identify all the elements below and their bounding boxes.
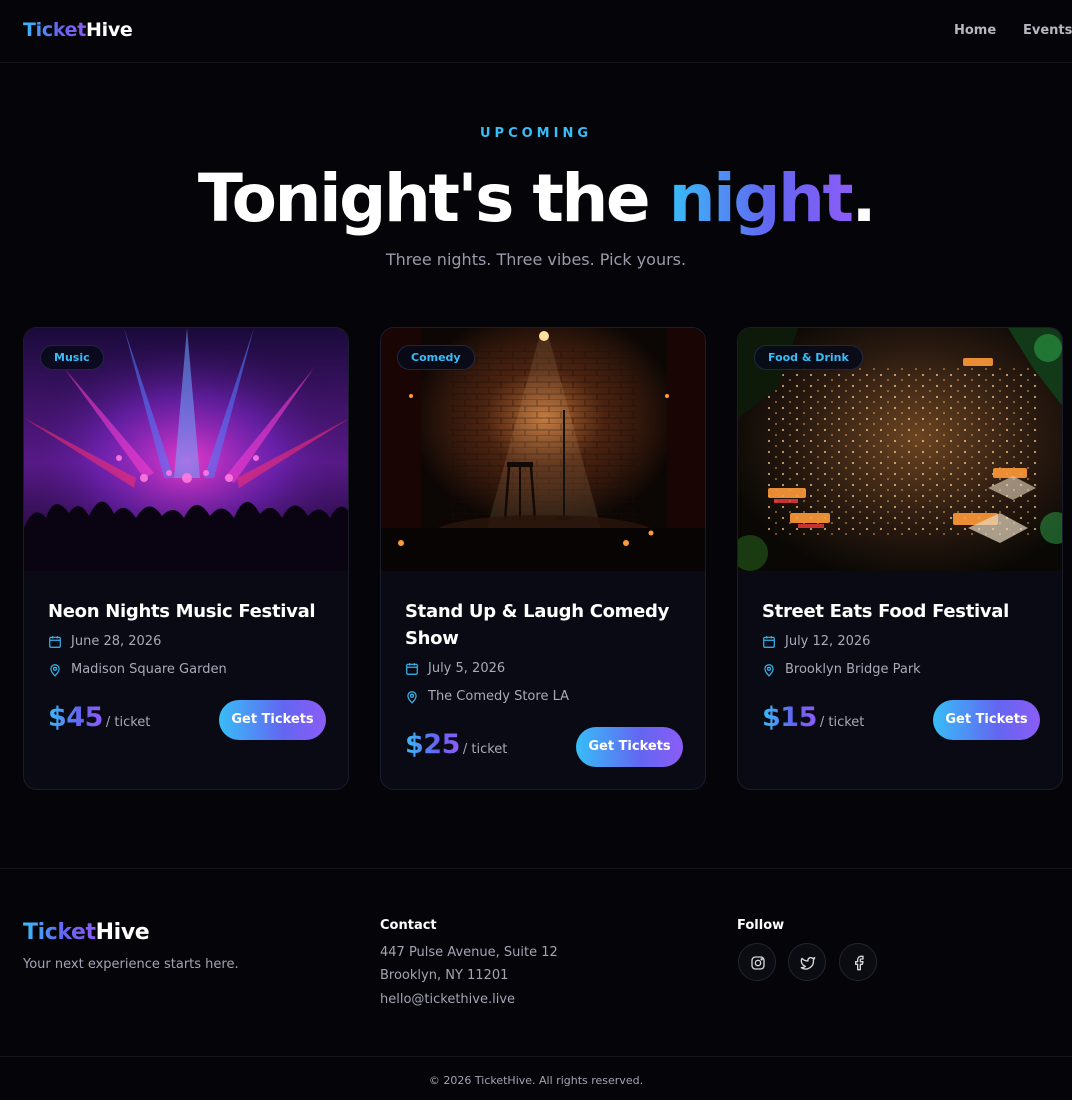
event-date-text: July 12, 2026 bbox=[785, 634, 871, 649]
price-amount: $15 bbox=[762, 702, 817, 733]
footer-tagline: Your next experience starts here. bbox=[23, 957, 239, 972]
footer-email-link[interactable]: hello@tickethive.live bbox=[380, 992, 515, 1007]
footer-contact-heading: Contact bbox=[380, 918, 437, 933]
footer-follow-heading: Follow bbox=[737, 918, 785, 933]
hero-eyebrow: UPCOMING bbox=[480, 126, 592, 141]
event-date-text: June 28, 2026 bbox=[71, 634, 162, 649]
brand-logo-part1: Ticket bbox=[23, 19, 87, 41]
calendar-icon bbox=[763, 636, 775, 648]
facebook-icon bbox=[855, 955, 864, 971]
event-card-music[interactable]: Music Neon Nights Music Festival June 28… bbox=[23, 327, 349, 790]
brand-logo-part2: Hive bbox=[86, 19, 133, 41]
hero-title-start: Tonight's the bbox=[197, 160, 669, 237]
facebook-link[interactable] bbox=[839, 943, 877, 981]
footer-address-line1: 447 Pulse Avenue, Suite 12 bbox=[380, 945, 558, 960]
map-pin-icon bbox=[407, 691, 417, 704]
footer-logo[interactable]: TicketHive bbox=[23, 920, 150, 945]
footer-divider bbox=[0, 868, 1072, 869]
event-venue-text: Madison Square Garden bbox=[71, 662, 227, 677]
footer-logo-part1: Ticket bbox=[23, 920, 96, 945]
event-image-food-festival: Food & Drink bbox=[738, 328, 1062, 571]
hero-subtitle: Three nights. Three vibes. Pick yours. bbox=[385, 250, 687, 269]
event-venue-text: Brooklyn Bridge Park bbox=[785, 662, 921, 677]
top-navbar: TicketHive Home Events bbox=[0, 0, 1072, 63]
map-pin-icon bbox=[50, 664, 60, 677]
event-price: $45/ ticket bbox=[48, 702, 150, 733]
price-amount: $45 bbox=[48, 702, 103, 733]
event-title[interactable]: Street Eats Food Festival bbox=[762, 598, 1047, 625]
event-image-concert: Music bbox=[24, 328, 348, 571]
footer-address-line2: Brooklyn, NY 11201 bbox=[380, 968, 509, 983]
get-tickets-button[interactable]: Get Tickets bbox=[576, 727, 683, 767]
footer-bottom-divider bbox=[0, 1056, 1072, 1057]
hero-title: Tonight's the night. bbox=[0, 160, 1072, 237]
nav-link-home[interactable]: Home bbox=[954, 23, 996, 38]
nav-link-events[interactable]: Events bbox=[1023, 23, 1072, 38]
get-tickets-button[interactable]: Get Tickets bbox=[933, 700, 1040, 740]
map-pin-icon bbox=[764, 664, 774, 677]
event-title[interactable]: Neon Nights Music Festival bbox=[48, 598, 333, 625]
event-venue-text: The Comedy Store LA bbox=[428, 689, 570, 704]
calendar-icon bbox=[406, 663, 418, 675]
instagram-link[interactable] bbox=[738, 943, 776, 981]
category-badge: Music bbox=[40, 345, 104, 370]
get-tickets-button[interactable]: Get Tickets bbox=[219, 700, 326, 740]
event-price: $15/ ticket bbox=[762, 702, 864, 733]
price-unit: / ticket bbox=[819, 715, 865, 730]
hero-title-end: . bbox=[851, 160, 877, 237]
event-card-food[interactable]: Food & Drink Street Eats Food Festival J… bbox=[737, 327, 1063, 790]
footer-logo-part2: Hive bbox=[95, 920, 150, 945]
category-badge: Food & Drink bbox=[754, 345, 863, 370]
copyright-text: © 2026 TicketHive. All rights reserved. bbox=[428, 1074, 644, 1087]
twitter-icon bbox=[800, 957, 816, 970]
price-unit: / ticket bbox=[462, 742, 508, 757]
event-image-comedy-stage: Comedy bbox=[381, 328, 705, 571]
instagram-icon bbox=[751, 956, 765, 970]
twitter-link[interactable] bbox=[788, 943, 826, 981]
hero-title-accent: night bbox=[668, 160, 854, 237]
category-badge: Comedy bbox=[397, 345, 475, 370]
brand-logo[interactable]: TicketHive bbox=[23, 19, 133, 41]
event-price: $25/ ticket bbox=[405, 729, 507, 760]
price-unit: / ticket bbox=[105, 715, 151, 730]
event-date-text: July 5, 2026 bbox=[428, 661, 506, 676]
event-title[interactable]: Stand Up & Laugh Comedy Show bbox=[405, 598, 690, 652]
calendar-icon bbox=[49, 636, 61, 648]
event-card-comedy[interactable]: Comedy Stand Up & Laugh Comedy Show July… bbox=[380, 327, 706, 790]
price-amount: $25 bbox=[405, 729, 460, 760]
